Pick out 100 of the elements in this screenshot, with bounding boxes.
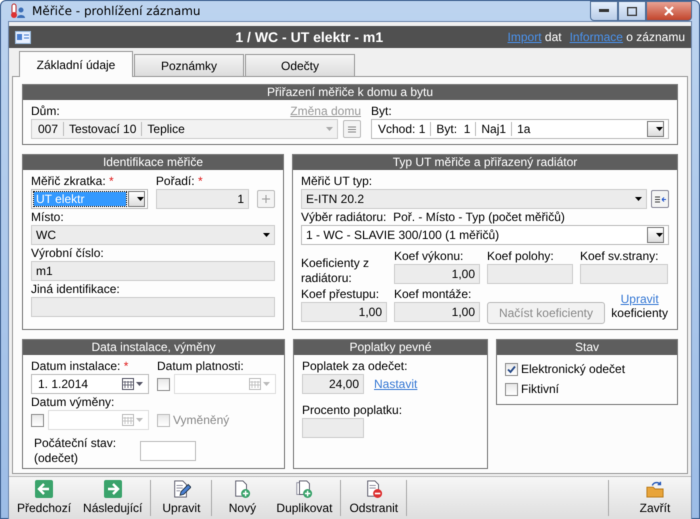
plus-button[interactable] bbox=[257, 190, 275, 208]
section-header: Poplatky pevné bbox=[294, 340, 487, 355]
dropdown-arrow-icon bbox=[656, 127, 663, 131]
edit-link[interactable]: Upravit bbox=[620, 292, 659, 306]
dropdown-arrow-icon bbox=[326, 127, 333, 131]
toolbar-button[interactable]: Předchozí bbox=[11, 480, 78, 516]
field-label: Koef přestupu: bbox=[301, 287, 380, 301]
combo-cell: 007 bbox=[36, 122, 64, 136]
field-hint: Poř. - Místo - Typ (počet měřičů) bbox=[393, 210, 565, 224]
coefficients-caption: Koeficienty z radiátoru: bbox=[301, 255, 370, 286]
toolbar-button[interactable]: Duplikovat bbox=[270, 480, 338, 516]
window-title: Měřiče - prohlížení záznamu bbox=[32, 4, 200, 18]
checkbox-label: Fiktivní bbox=[521, 382, 560, 396]
coefficient-field[interactable]: 1,00 bbox=[394, 264, 480, 284]
field-label: Datum platnosti: bbox=[157, 359, 244, 373]
required-mark: * bbox=[198, 174, 203, 188]
combo-cell: Naj1 bbox=[476, 122, 512, 136]
thermometer-person-icon bbox=[10, 3, 26, 19]
house-combo[interactable]: 007 Testovací 10 Teplice bbox=[31, 119, 338, 139]
coefficient-field[interactable]: 1,00 bbox=[394, 302, 480, 322]
section-header: Data instalace, výměny bbox=[23, 340, 284, 355]
field-label: Poplatek za odečet: bbox=[302, 359, 408, 373]
date-field[interactable] bbox=[48, 410, 149, 430]
dropdown-arrow-icon bbox=[656, 233, 663, 237]
checkbox[interactable] bbox=[31, 414, 44, 426]
checkbox-label: Vyměněný bbox=[173, 413, 230, 427]
input-field[interactable] bbox=[302, 418, 364, 438]
section-header: Typ UT měřiče a přiřazený radiátor bbox=[293, 155, 677, 170]
arrow-right-icon bbox=[102, 480, 123, 498]
date-field[interactable]: 1. 1.2014 bbox=[31, 374, 149, 394]
dropdown-arrow-icon bbox=[136, 197, 144, 201]
field-label: Měřič UT typ: bbox=[301, 174, 372, 188]
combo-cell-text: Teplice bbox=[146, 122, 186, 136]
meter-type-combo[interactable]: E-ITN 20.2 bbox=[301, 189, 647, 209]
toolbar-button[interactable]: Upravit bbox=[153, 480, 210, 516]
fee-field[interactable]: 24,00 bbox=[302, 374, 364, 394]
field-label: Jiná identifikace: bbox=[31, 282, 120, 296]
record-title: 1 / WC - UT elektr - m1 bbox=[234, 29, 384, 45]
order-field[interactable]: 1 bbox=[156, 189, 249, 209]
dropdown-arrow-icon bbox=[635, 197, 642, 201]
coefficient-field[interactable] bbox=[580, 264, 668, 284]
combo-cell: Vchod: 1 bbox=[376, 122, 432, 136]
toolbar-button[interactable]: Zavřít bbox=[627, 480, 683, 516]
field-label: Pořadí: bbox=[156, 174, 195, 188]
section-header: Stav bbox=[497, 340, 677, 355]
input-field[interactable] bbox=[31, 297, 275, 317]
field-label: Datum výměny: bbox=[31, 395, 114, 409]
checkbox[interactable] bbox=[505, 362, 518, 376]
arrow-left-icon bbox=[34, 480, 54, 498]
tab[interactable]: Základní údaje bbox=[19, 51, 133, 77]
list-arrow-icon bbox=[654, 196, 666, 202]
section-header: Identifikace měřiče bbox=[23, 155, 283, 170]
link-caption: koeficienty bbox=[611, 306, 668, 320]
field-label: Procento poplatku: bbox=[302, 403, 402, 417]
field-label: Byt: bbox=[371, 103, 393, 119]
field-label: Výběr radiátoru: bbox=[301, 210, 386, 224]
plus-icon bbox=[262, 195, 270, 203]
minimize-icon bbox=[599, 9, 609, 13]
set-link[interactable]: Nastavit bbox=[374, 377, 418, 391]
radiator-combo[interactable]: 1 - WC - SLAVIE 300/100 (1 měřičů) bbox=[301, 225, 669, 245]
close-button[interactable] bbox=[646, 1, 692, 21]
field-label: Koef polohy: bbox=[487, 249, 554, 263]
checkbox[interactable] bbox=[505, 382, 518, 396]
checkbox[interactable] bbox=[157, 378, 170, 390]
minimize-button[interactable] bbox=[590, 1, 618, 21]
section-header: Přiřazení měřiče k domu a bytu bbox=[23, 85, 677, 100]
coefficient-field[interactable]: 1,00 bbox=[301, 302, 387, 322]
close-icon bbox=[664, 6, 674, 16]
tab[interactable]: Poznámky bbox=[134, 54, 244, 76]
field-label: Dům: bbox=[31, 103, 60, 119]
combo-cell-text: 1a bbox=[516, 122, 532, 136]
required-mark: * bbox=[109, 174, 114, 188]
date-field[interactable] bbox=[174, 374, 276, 394]
checkbox-label: Elektronický odečet bbox=[521, 362, 626, 376]
documents-plus-icon bbox=[294, 480, 314, 498]
coefficient-field[interactable] bbox=[487, 264, 573, 284]
place-combo[interactable]: WC bbox=[31, 225, 275, 245]
field-label: Místo: bbox=[31, 210, 64, 224]
tab[interactable]: Odečty bbox=[245, 54, 355, 76]
link-caption: dat bbox=[544, 30, 562, 44]
input-field[interactable] bbox=[140, 441, 196, 461]
toolbar-button[interactable]: Nový bbox=[214, 480, 270, 516]
toolbar-button[interactable]: Odstranit bbox=[343, 480, 404, 516]
list-arrow-button[interactable] bbox=[651, 190, 669, 208]
field-label: Koef sv.strany: bbox=[580, 249, 658, 263]
combo-cell: Testovací 10 bbox=[64, 122, 142, 136]
calendar-icon[interactable] bbox=[122, 378, 144, 390]
toolbar-button[interactable]: Následující bbox=[77, 480, 148, 516]
field-label: Datum instalace: bbox=[31, 359, 120, 373]
field-label: Měřič zkratka: bbox=[31, 174, 106, 188]
required-mark: * bbox=[124, 359, 128, 373]
combo-cell: Byt: 1 bbox=[431, 122, 476, 136]
serial-number-field[interactable]: m1 bbox=[31, 261, 275, 281]
maximize-button[interactable] bbox=[618, 1, 646, 21]
maximize-icon bbox=[627, 6, 637, 16]
list-button[interactable] bbox=[343, 120, 361, 138]
dropdown-arrow-icon bbox=[263, 233, 270, 237]
flat-combo[interactable]: Vchod: 1 Byt: 1 Naj1 1a bbox=[371, 119, 669, 139]
folder-arrow-icon bbox=[644, 480, 666, 498]
card-icon bbox=[15, 30, 31, 44]
